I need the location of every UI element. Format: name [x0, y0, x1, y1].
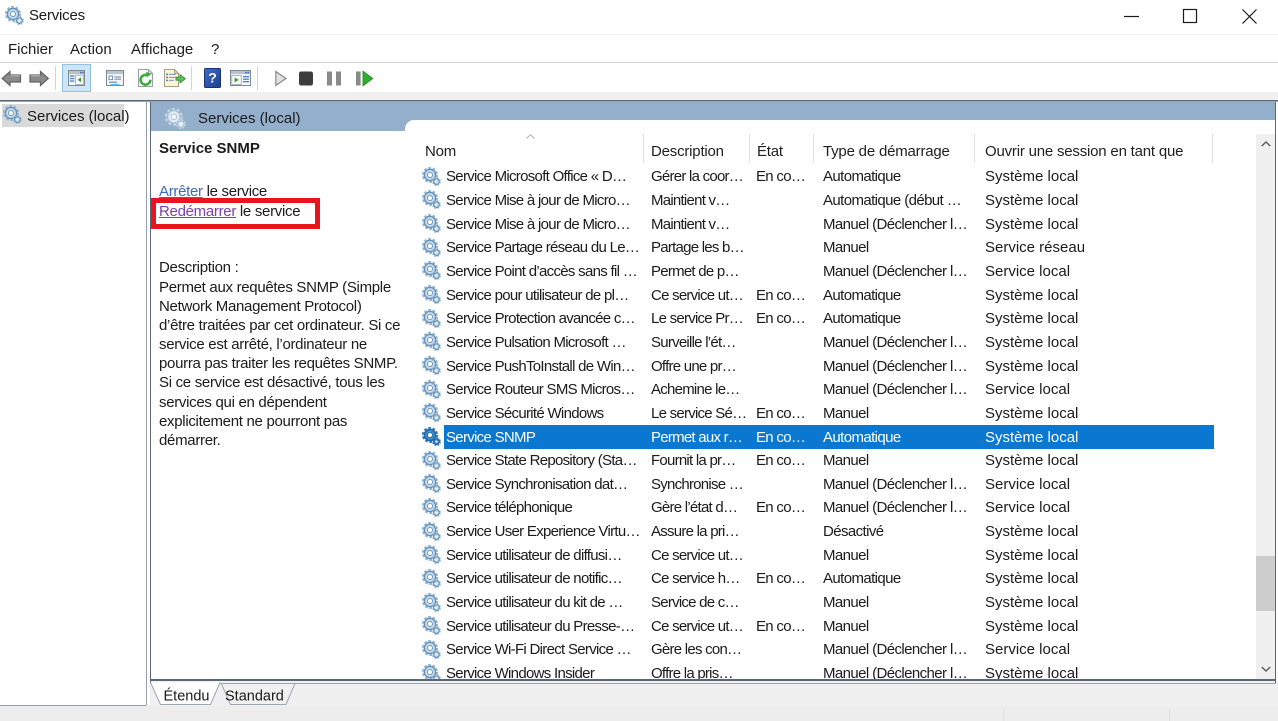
svg-text:Étendu: Étendu — [164, 688, 210, 705]
svg-text:Standard: Standard — [225, 689, 284, 705]
svg-text:?: ? — [208, 70, 217, 86]
